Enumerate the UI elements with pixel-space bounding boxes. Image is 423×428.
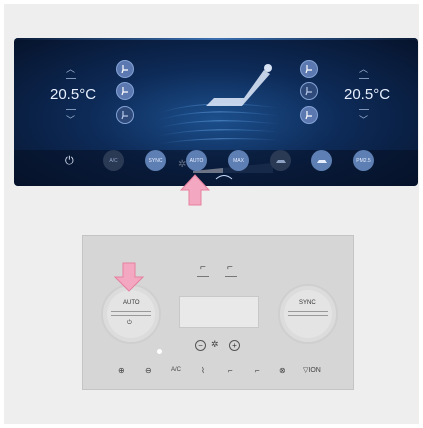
- screen-bezel-highlight: [14, 38, 418, 40]
- ac-button[interactable]: A/C: [103, 150, 124, 171]
- sync-button[interactable]: SYNC: [145, 150, 166, 171]
- recirculation-button[interactable]: [270, 150, 291, 171]
- button-indicator-row: [115, 378, 325, 379]
- knob-ridge: [288, 311, 328, 312]
- right-seat-massage-button[interactable]: [300, 106, 318, 124]
- seat-vent-icon: [121, 87, 128, 96]
- panel-display: [179, 296, 259, 328]
- auto-selection-indicator: [215, 175, 233, 180]
- right-temp-up-icon[interactable]: ︿: [359, 65, 368, 74]
- car-recirculation-icon: [275, 159, 286, 163]
- rear-defrost-button[interactable]: ⊕: [118, 366, 125, 375]
- left-temperature: 20.5°C: [50, 86, 97, 103]
- seat-left-indicator: [197, 276, 209, 277]
- recirculation-panel-button[interactable]: ⊗: [279, 366, 286, 375]
- sync-knob[interactable]: SYNC: [278, 284, 338, 344]
- fresh-air-button[interactable]: [311, 150, 332, 171]
- seat-heat-left-button[interactable]: ⌐: [228, 366, 233, 375]
- seat-heat-right-button[interactable]: ⌐: [255, 366, 260, 375]
- right-temp-down-icon[interactable]: ﹀: [359, 116, 368, 125]
- seat-silhouette-icon: [206, 64, 272, 106]
- seat-massage-icon: [305, 111, 312, 120]
- max-defrost-button[interactable]: MAX: [228, 150, 249, 171]
- max-defrost-panel-button[interactable]: ⌇: [201, 366, 205, 375]
- climate-touchscreen: ︿ 20.5°C ﹀ ︿ 20.5°C ﹀ ⏻ A/C SYNC AUTO MA…: [14, 38, 418, 186]
- pm25-button[interactable]: PM2.5: [353, 150, 374, 171]
- auto-knob-label: AUTO: [123, 300, 140, 306]
- car-fresh-air-icon: [316, 159, 327, 163]
- left-seat-massage-button[interactable]: [116, 106, 134, 124]
- auto-knob[interactable]: AUTO ⏻: [101, 284, 161, 344]
- ion-button[interactable]: ▽ION: [303, 366, 321, 374]
- auto-button[interactable]: AUTO: [186, 150, 207, 171]
- power-icon[interactable]: ⏻: [65, 155, 74, 168]
- fan-increase-button[interactable]: +: [229, 340, 240, 351]
- panel-ac-button[interactable]: A/C: [171, 367, 181, 373]
- highlight-arrow-up-icon: [180, 174, 210, 206]
- left-temp-divider: [66, 109, 76, 110]
- left-temp-divider: [66, 78, 76, 79]
- right-temp-divider: [359, 109, 369, 110]
- ion-label: ION: [308, 367, 321, 374]
- left-temp-up-icon[interactable]: ︿: [66, 65, 75, 74]
- sync-knob-label: SYNC: [299, 300, 316, 306]
- knob-ridge: [111, 315, 151, 316]
- left-seat-vent-button[interactable]: [116, 82, 134, 100]
- seat-right-icon[interactable]: ⌐: [227, 262, 233, 273]
- status-led: [157, 349, 162, 354]
- front-defrost-button[interactable]: ⊖: [145, 366, 152, 375]
- right-seat-heat-button[interactable]: [300, 60, 318, 78]
- right-temperature: 20.5°C: [344, 86, 391, 103]
- left-temp-down-icon[interactable]: ﹀: [66, 116, 75, 125]
- highlight-arrow-down-icon: [114, 262, 144, 292]
- left-seat-heat-button[interactable]: [116, 60, 134, 78]
- seat-massage-icon: [121, 111, 128, 120]
- fan-decrease-button[interactable]: −: [195, 340, 206, 351]
- right-temp-divider: [359, 78, 369, 79]
- airflow-visualization: [158, 64, 280, 145]
- seat-heat-icon: [121, 65, 128, 74]
- physical-control-panel: ⌐ ⌐ AUTO ⏻ SYNC − ✲ + ⊕ ⊖ A/C ⌇ ⌐ ⌐ ⊗ ▽I…: [82, 235, 354, 390]
- knob-ridge: [111, 311, 151, 312]
- knob-ridge: [288, 315, 328, 316]
- seat-left-icon[interactable]: ⌐: [200, 262, 206, 273]
- seat-vent-icon: [305, 87, 312, 96]
- max-label: MAX: [233, 157, 244, 164]
- seat-heat-icon: [305, 65, 312, 74]
- seat-right-indicator: [225, 276, 237, 277]
- knob-power-icon: ⏻: [127, 320, 132, 326]
- fan-icon: ✲: [211, 339, 219, 349]
- right-seat-vent-button[interactable]: [300, 82, 318, 100]
